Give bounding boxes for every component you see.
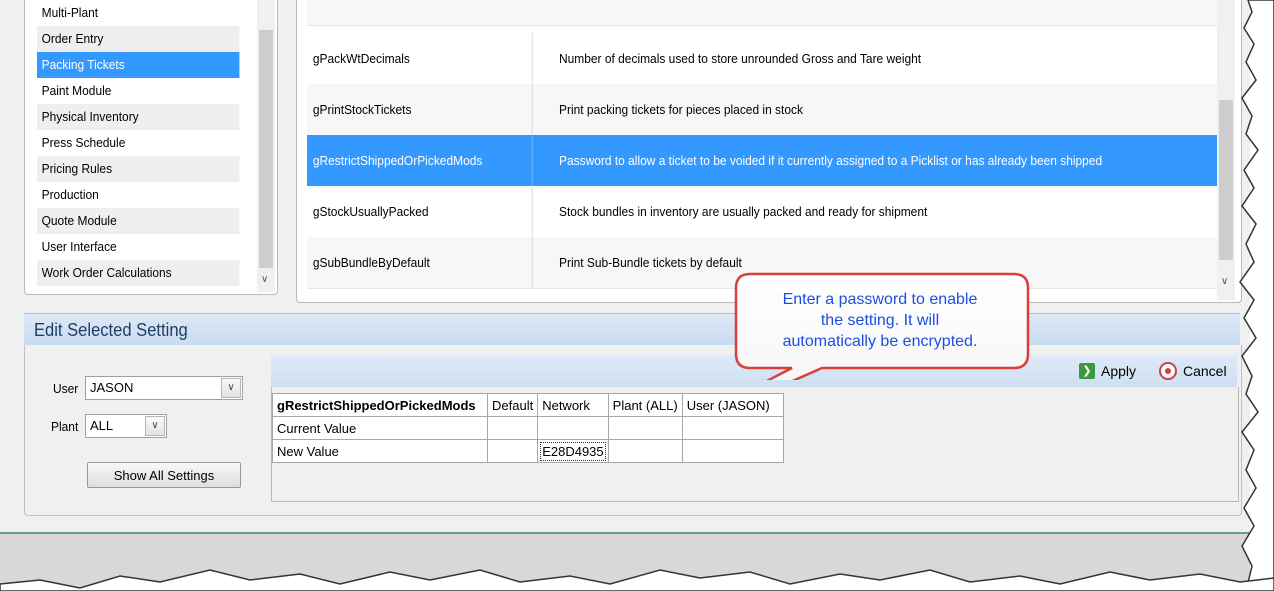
- edit-section-header: Edit Selected Setting: [24, 313, 1240, 346]
- torn-edge-bottom: [0, 569, 1274, 591]
- settings-window: Multi-Plant Order Entry Packing Tickets …: [0, 0, 1250, 591]
- column-header-network: Network: [537, 393, 609, 417]
- callout-line: automatically be encrypted.: [782, 333, 978, 350]
- category-item-order-entry[interactable]: Order Entry: [37, 26, 240, 52]
- new-network-cell[interactable]: E28D4935: [537, 439, 609, 463]
- current-plant-cell[interactable]: [607, 416, 683, 440]
- user-label: User: [53, 381, 79, 396]
- apply-button[interactable]: ❯ Apply: [1079, 361, 1136, 381]
- category-item-physical-inventory[interactable]: Physical Inventory: [37, 104, 240, 130]
- category-item-packing-tickets[interactable]: Packing Tickets: [37, 52, 240, 78]
- new-value-row: New Value E28D4935: [272, 439, 784, 463]
- edit-section-title: Edit Selected Setting: [34, 320, 188, 340]
- torn-edge-right: [1239, 0, 1274, 591]
- new-plant-cell[interactable]: [607, 439, 683, 463]
- setting-name: gPackWtDecimals: [311, 33, 533, 84]
- column-header-setting: gRestrictShippedOrPickedMods: [272, 393, 488, 417]
- category-item-production[interactable]: Production: [37, 182, 239, 208]
- category-item-user-interface[interactable]: User Interface: [37, 234, 239, 260]
- apply-label: Apply: [1101, 363, 1137, 379]
- category-item-work-order-calculations[interactable]: Work Order Calculations: [37, 260, 240, 286]
- category-item-quote-module[interactable]: Quote Module: [37, 208, 240, 234]
- callout-line: Enter a password to enable: [782, 291, 978, 308]
- row-label-new-value: New Value: [272, 439, 488, 463]
- plant-select-value: ALL: [90, 418, 114, 433]
- values-grid: gRestrictShippedOrPickedMods Default Net…: [271, 387, 1239, 502]
- current-default-cell[interactable]: [486, 416, 539, 440]
- setting-description: Print packing tickets for pieces placed …: [559, 102, 803, 117]
- setting-name: gPrintStockTickets: [311, 84, 533, 135]
- settings-list-panel: gPackWtDecimals Number of decimals used …: [296, 0, 1242, 303]
- user-select-value: JASON: [90, 380, 134, 395]
- settings-row[interactable]: gPrintStockTickets Print packing tickets…: [307, 84, 1217, 136]
- category-panel: Multi-Plant Order Entry Packing Tickets …: [24, 0, 278, 295]
- callout-text: Enter a password to enable the setting. …: [752, 289, 1008, 352]
- settings-row-selected[interactable]: gRestrictShippedOrPickedMods Password to…: [307, 135, 1217, 187]
- category-item-press-schedule[interactable]: Press Schedule: [37, 130, 239, 156]
- new-default-cell[interactable]: [486, 439, 539, 463]
- category-item-multi-plant[interactable]: Multi-Plant: [37, 0, 239, 26]
- settings-row[interactable]: gPackWtDecimals Number of decimals used …: [307, 33, 1217, 85]
- current-user-cell[interactable]: [681, 416, 784, 440]
- setting-description: Print Sub-Bundle tickets by default: [559, 255, 742, 270]
- new-user-cell[interactable]: [681, 439, 784, 463]
- values-table: gRestrictShippedOrPickedMods Default Net…: [272, 393, 784, 463]
- column-header-user: User (JASON): [681, 393, 784, 417]
- column-header-plant: Plant (ALL): [607, 393, 683, 417]
- category-scrollbar[interactable]: ∨: [257, 0, 275, 292]
- setting-description: Number of decimals used to store unround…: [559, 51, 922, 66]
- callout-line: the setting. It will: [820, 312, 940, 329]
- category-scroll-thumb[interactable]: [259, 30, 273, 268]
- cancel-icon: [1159, 362, 1177, 380]
- setting-name: gRestrictShippedOrPickedMods: [311, 135, 533, 186]
- setting-name: gSubBundleByDefault: [311, 237, 533, 288]
- current-value-row: Current Value: [272, 416, 784, 440]
- apply-icon: ❯: [1079, 363, 1095, 379]
- column-header-default: Default: [486, 393, 539, 417]
- settings-row-partial: [307, 0, 1217, 26]
- plant-label: Plant: [51, 419, 79, 434]
- current-network-cell[interactable]: [537, 416, 609, 440]
- edit-section-body: User JASON ∨ Plant ALL ∨ Show All Settin…: [24, 345, 1242, 516]
- setting-description: Password to allow a ticket to be voided …: [559, 153, 1103, 168]
- category-item-pricing-rules[interactable]: Pricing Rules: [37, 156, 240, 182]
- category-list: Multi-Plant Order Entry Packing Tickets …: [37, 0, 257, 286]
- setting-description: Stock bundles in inventory are usually p…: [559, 204, 928, 219]
- show-all-settings-button[interactable]: Show All Settings: [87, 462, 241, 488]
- chevron-down-icon[interactable]: ∨: [145, 416, 165, 436]
- category-item-paint-module[interactable]: Paint Module: [37, 78, 239, 104]
- setting-name: gStockUsuallyPacked: [311, 186, 533, 237]
- cancel-button[interactable]: Cancel: [1159, 361, 1227, 381]
- chevron-down-icon[interactable]: ∨: [261, 274, 268, 285]
- values-header-row: gRestrictShippedOrPickedMods Default Net…: [272, 393, 784, 417]
- chevron-down-icon[interactable]: ∨: [221, 378, 241, 398]
- plant-select[interactable]: ALL ∨: [85, 414, 167, 438]
- settings-row[interactable]: gStockUsuallyPacked Stock bundles in inv…: [307, 186, 1217, 238]
- row-label-current-value: Current Value: [272, 416, 488, 440]
- user-select[interactable]: JASON ∨: [85, 376, 243, 400]
- cancel-label: Cancel: [1183, 363, 1227, 379]
